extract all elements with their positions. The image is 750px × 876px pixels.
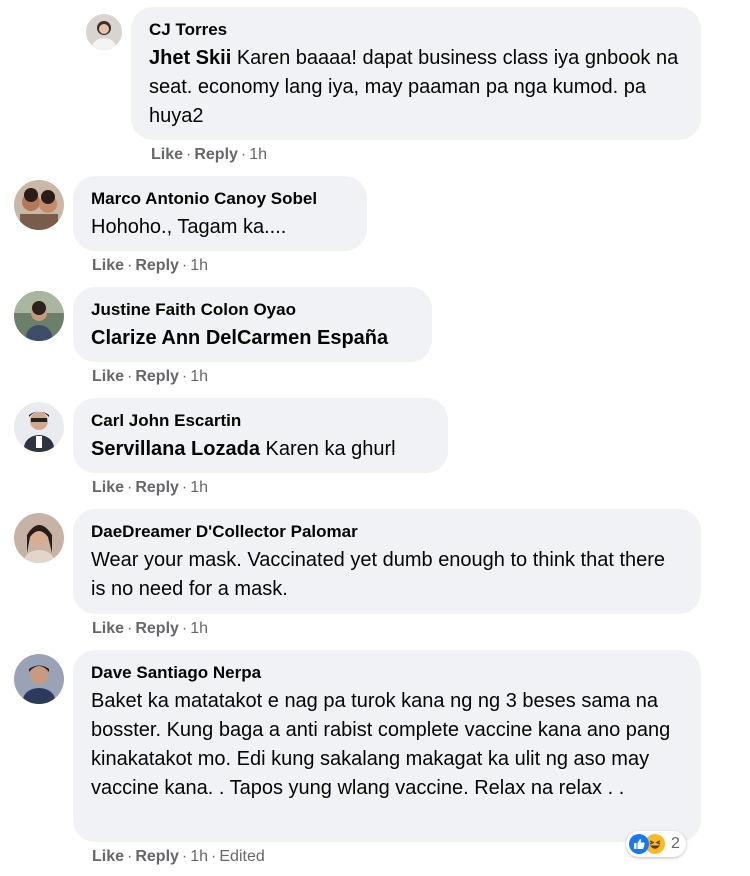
reply-button[interactable]: Reply [135, 620, 179, 637]
separator: · [181, 479, 188, 496]
comment-body: Hohoho., Tagam ka.... [91, 216, 287, 238]
comment-actions: Like · Reply · 1h [92, 479, 208, 497]
timestamp[interactable]: 1h [190, 620, 208, 637]
comment-bubble: Dave Santiago Nerpa Baket ka matatakot e… [73, 650, 701, 842]
separator: · [186, 146, 192, 163]
separator: · [127, 479, 133, 496]
comment-bubble: Carl John Escartin Servillana Lozada Kar… [73, 398, 448, 473]
comment-body: Baket ka matatakot e nag pa turok kana n… [91, 690, 671, 799]
separator: · [181, 368, 188, 385]
separator: · [181, 257, 188, 274]
reactions-summary[interactable]: 2 [626, 831, 686, 857]
edited-label[interactable]: Edited [219, 848, 264, 865]
comment-text: Servillana Lozada Karen ka ghurl [91, 435, 430, 464]
comment-actions: Like · Reply · 1h [92, 620, 208, 638]
separator: · [240, 146, 247, 163]
comment-author[interactable]: Carl John Escartin [91, 410, 430, 432]
separator: · [127, 620, 133, 637]
comment-bubble: Justine Faith Colon Oyao Clarize Ann Del… [73, 287, 432, 362]
comment-text: Hohoho., Tagam ka.... [91, 213, 349, 242]
reply-button[interactable]: Reply [135, 479, 179, 496]
mention-link[interactable]: Jhet Skii [149, 47, 231, 69]
avatar[interactable] [14, 654, 64, 704]
timestamp[interactable]: 1h [190, 479, 208, 496]
separator: · [181, 848, 188, 865]
separator: · [127, 848, 133, 865]
timestamp[interactable]: 1h [190, 257, 208, 274]
comment-text: Wear your mask. Vaccinated yet dumb enou… [91, 546, 683, 604]
like-button[interactable]: Like [92, 368, 124, 385]
comment-actions: Like · Reply · 1h [92, 257, 208, 275]
like-button[interactable]: Like [151, 146, 183, 163]
comment-body: Wear your mask. Vaccinated yet dumb enou… [91, 549, 666, 600]
comment-actions: Like · Reply · 1h · Edited [92, 848, 265, 866]
separator: · [211, 848, 217, 865]
comment-text: Jhet Skii Karen baaaa! dapat business cl… [149, 44, 683, 131]
timestamp[interactable]: 1h [190, 848, 208, 865]
mention-link[interactable]: Servillana Lozada [91, 438, 260, 460]
timestamp[interactable]: 1h [249, 146, 267, 163]
comment-author[interactable]: Marco Antonio Canoy Sobel [91, 188, 349, 210]
comment-author[interactable]: CJ Torres [149, 19, 683, 41]
avatar[interactable] [14, 291, 64, 341]
like-reaction-icon [629, 834, 649, 854]
like-button[interactable]: Like [92, 848, 124, 865]
comment-text: Clarize Ann DelCarmen España [91, 324, 414, 353]
reaction-count: 2 [671, 835, 680, 852]
like-button[interactable]: Like [92, 257, 124, 274]
reply-button[interactable]: Reply [194, 146, 238, 163]
avatar[interactable] [14, 402, 64, 452]
comment-bubble: Marco Antonio Canoy Sobel Hohoho., Tagam… [73, 176, 367, 251]
like-button[interactable]: Like [92, 620, 124, 637]
comment-actions: Like · Reply · 1h [151, 146, 267, 164]
comment-bubble: CJ Torres Jhet Skii Karen baaaa! dapat b… [131, 7, 701, 140]
comment-author[interactable]: DaeDreamer D'Collector Palomar [91, 521, 683, 543]
reply-button[interactable]: Reply [135, 368, 179, 385]
comment-author[interactable]: Dave Santiago Nerpa [91, 662, 683, 684]
separator: · [181, 620, 188, 637]
timestamp[interactable]: 1h [190, 368, 208, 385]
avatar[interactable] [14, 180, 64, 230]
avatar[interactable] [14, 513, 64, 563]
separator: · [127, 257, 133, 274]
avatar[interactable] [86, 14, 122, 50]
comment-text: Baket ka matatakot e nag pa turok kana n… [91, 687, 683, 803]
comment-bubble: DaeDreamer D'Collector Palomar Wear your… [73, 509, 701, 614]
like-button[interactable]: Like [92, 479, 124, 496]
comment-actions: Like · Reply · 1h [92, 368, 208, 386]
separator: · [127, 368, 133, 385]
mention-link[interactable]: Clarize Ann DelCarmen España [91, 327, 388, 349]
reply-button[interactable]: Reply [135, 848, 179, 865]
comment-body: Karen ka ghurl [259, 438, 396, 460]
reply-button[interactable]: Reply [135, 257, 179, 274]
comment-author[interactable]: Justine Faith Colon Oyao [91, 299, 414, 321]
